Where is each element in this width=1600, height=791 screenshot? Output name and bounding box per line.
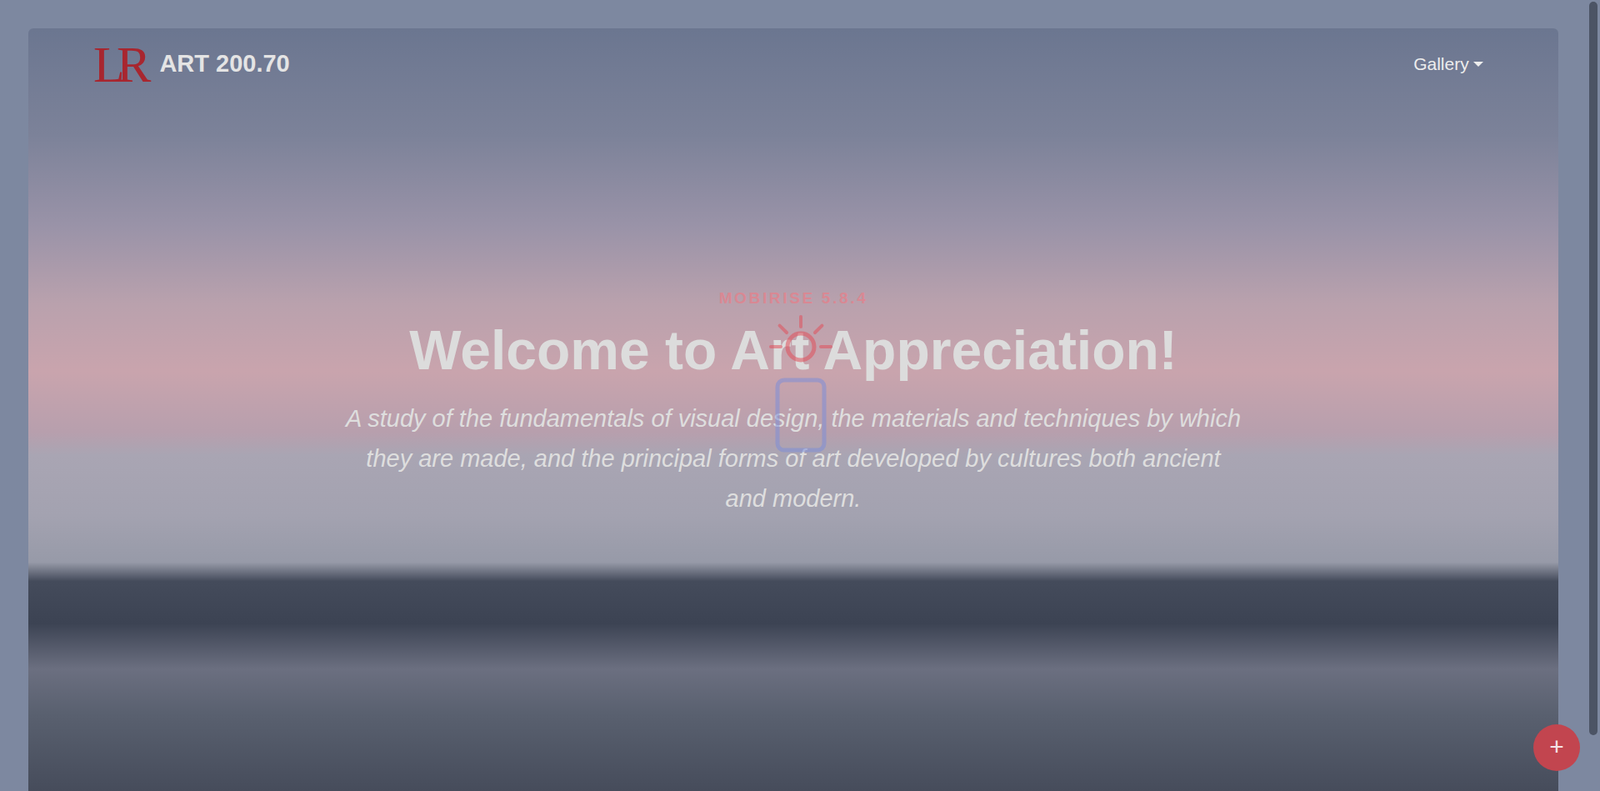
brand-name[interactable]: ART 200.70: [159, 45, 290, 83]
hero-subtitle: A study of the fundamentals of visual de…: [345, 398, 1242, 519]
hero-title: Welcome to Art Appreciation!: [28, 317, 1559, 384]
navbar: LRART 200.70 Gallery: [28, 28, 1559, 95]
logo-icon[interactable]: LR: [93, 38, 151, 90]
nav-menu: Gallery: [1413, 50, 1484, 78]
scrollbar-thumb[interactable]: [1589, 1, 1598, 735]
hero-section: MOBIRISE 5.8.4 Welcome to Art Appreciatio…: [28, 95, 1559, 519]
brand-link[interactable]: LRART 200.70: [93, 38, 290, 90]
hero-label: MOBIRISE 5.8.4: [28, 286, 1559, 311]
loading-icon: [767, 300, 835, 455]
page-frame: LRART 200.70 Gallery MOBIRISE 5.8.4 Welcome…: [28, 28, 1559, 791]
add-button[interactable]: +: [1533, 724, 1580, 771]
gallery-dropdown[interactable]: Gallery: [1413, 50, 1484, 78]
